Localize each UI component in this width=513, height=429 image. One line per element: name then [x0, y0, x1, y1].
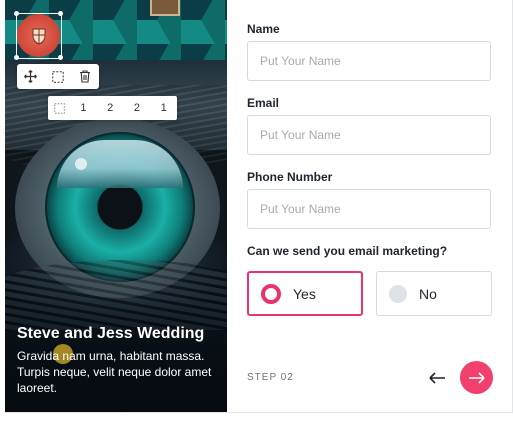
arrow-right-icon [468, 371, 485, 384]
delete-button[interactable] [76, 68, 94, 86]
spacing-top-value[interactable]: 1 [70, 102, 97, 114]
step-indicator: STEP 02 [247, 372, 294, 383]
arrow-left-icon [429, 372, 445, 384]
resize-handle-top-right[interactable] [58, 11, 63, 16]
spacing-left-value[interactable]: 1 [150, 102, 177, 114]
picture-frame [150, 0, 180, 16]
radio-unselected-icon [389, 284, 407, 303]
option-no[interactable]: No [376, 271, 492, 316]
option-yes-label: Yes [293, 285, 316, 302]
selection-outline [16, 13, 62, 59]
move-icon [24, 70, 38, 83]
element-toolbar [17, 64, 99, 89]
option-yes[interactable]: Yes [247, 271, 363, 316]
next-button[interactable] [460, 361, 493, 394]
card-title: Steve and Jess Wedding [17, 325, 205, 342]
select-button[interactable] [49, 68, 67, 86]
hero-image-panel: Steve and Jess Wedding Gravida nam urna,… [5, 0, 227, 412]
spacing-right-value[interactable]: 2 [97, 102, 124, 114]
phone-label: Phone Number [247, 170, 333, 184]
resize-handle-bottom-right[interactable] [58, 55, 63, 60]
spacing-bottom-value[interactable]: 2 [124, 102, 151, 114]
email-input[interactable] [247, 115, 491, 155]
trash-icon [80, 70, 91, 83]
move-button[interactable] [22, 68, 40, 86]
name-input[interactable] [247, 41, 491, 81]
email-label: Email [247, 96, 280, 110]
radio-selected-icon [261, 283, 281, 304]
name-label: Name [247, 22, 280, 36]
option-no-label: No [419, 285, 437, 302]
marketing-question: Can we send you email marketing? [247, 244, 448, 258]
resize-handle-top-left[interactable] [14, 11, 19, 16]
back-button[interactable] [422, 363, 452, 393]
spacing-controls: 1 2 2 1 [48, 96, 177, 120]
spacing-icon-wrap [48, 102, 70, 114]
spacing-icon [53, 102, 65, 114]
card-description: Gravida nam urna, habitant massa. Turpis… [17, 349, 212, 395]
phone-input[interactable] [247, 189, 491, 229]
resize-handle-bottom-left[interactable] [14, 55, 19, 60]
select-box-icon [52, 70, 64, 83]
eye-highlight [75, 158, 87, 170]
